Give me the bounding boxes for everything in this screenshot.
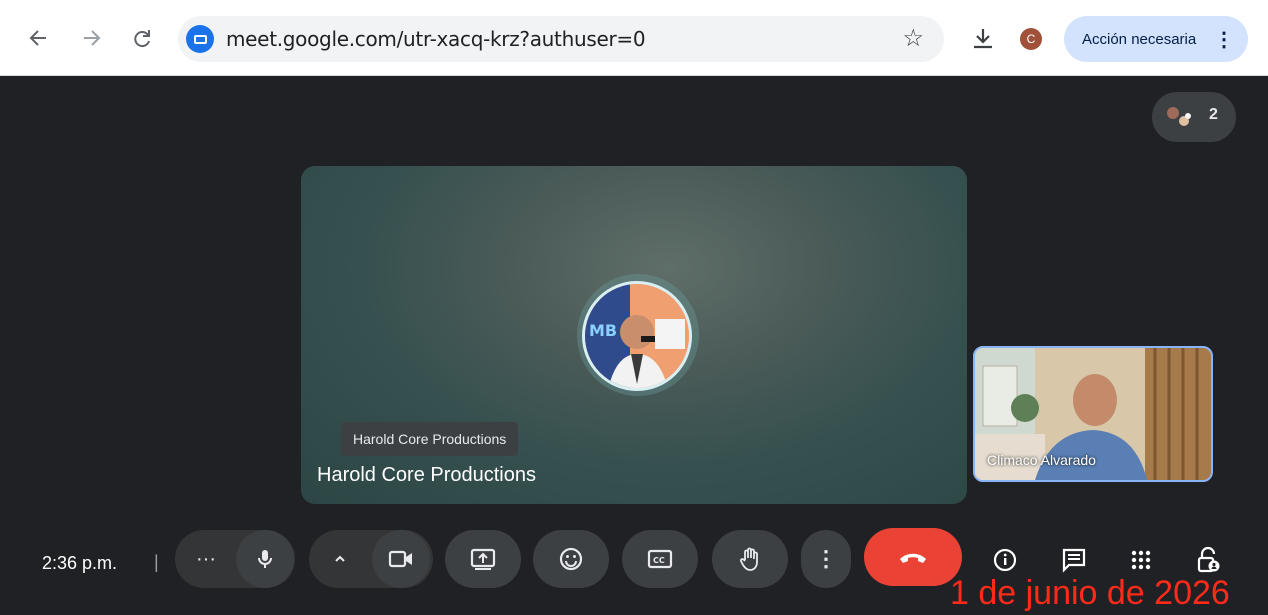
participants-chip[interactable]: 2 <box>1152 92 1236 142</box>
self-tile-name: Climaco Alvarado <box>987 452 1096 468</box>
url-text[interactable]: meet.google.com/utr-xacq-krz?authuser=0 <box>226 27 646 51</box>
participant-avatars-icon <box>1164 104 1194 130</box>
info-icon <box>993 548 1017 572</box>
video-options-button[interactable] <box>314 530 366 588</box>
date-watermark: 1 de junio de 2026 <box>950 574 1230 612</box>
self-view-tile[interactable]: Climaco Alvarado <box>973 346 1213 482</box>
more-horiz-icon: ··· <box>196 547 216 570</box>
download-icon <box>974 29 992 49</box>
arrow-right-icon <box>84 30 101 46</box>
action-needed-label: Acción necesaria <box>1082 30 1197 48</box>
address-bar[interactable]: meet.google.com/utr-xacq-krz?authuser=0 … <box>178 16 944 62</box>
forward-button[interactable] <box>76 22 108 54</box>
microphone-icon <box>258 550 272 568</box>
svg-text:CC: CC <box>653 556 665 565</box>
reload-button[interactable] <box>126 22 158 54</box>
profile-avatar[interactable]: C <box>1020 28 1042 50</box>
emoji-icon <box>559 547 583 571</box>
download-button[interactable] <box>968 24 998 54</box>
main-participant-tile[interactable]: MB Harold Core Productions Harold Core P… <box>301 166 967 504</box>
more-vert-icon: ⋮ <box>815 546 837 571</box>
svg-text:MB: MB <box>589 321 617 340</box>
bookmark-star-icon[interactable]: ☆ <box>902 24 924 53</box>
action-needed-button[interactable]: Acción necesaria ⋮ <box>1064 16 1248 62</box>
leave-call-button[interactable] <box>864 528 962 586</box>
arrow-left-icon <box>29 30 46 46</box>
more-options-button[interactable]: ⋮ <box>801 530 851 588</box>
reactions-button[interactable] <box>533 530 609 588</box>
captions-button[interactable]: CC <box>622 530 698 588</box>
closed-caption-icon: CC <box>647 549 673 569</box>
audio-options-button[interactable]: ··· <box>180 530 232 588</box>
present-screen-button[interactable] <box>445 530 521 588</box>
chat-icon <box>1062 548 1086 573</box>
meeting-clock: 2:36 p.m. <box>42 553 118 573</box>
chevron-up-icon <box>335 555 345 562</box>
videocam-icon <box>388 550 412 568</box>
clock-separator: | <box>154 552 159 572</box>
name-tooltip: Harold Core Productions <box>341 422 519 456</box>
present-to-all-icon <box>470 548 496 570</box>
lock-person-icon <box>1197 546 1220 573</box>
reload-icon <box>134 30 150 48</box>
camera-button[interactable] <box>372 530 430 588</box>
call-end-icon <box>900 553 926 563</box>
participant-count: 2 <box>1209 106 1218 123</box>
apps-grid-icon <box>1131 550 1151 570</box>
participant-avatar: MB <box>582 281 692 391</box>
main-tile-name: Harold Core Productions <box>317 464 536 486</box>
microphone-button[interactable] <box>236 530 294 588</box>
raise-hand-button[interactable] <box>712 530 788 588</box>
browser-toolbar: meet.google.com/utr-xacq-krz?authuser=0 … <box>0 0 1268 76</box>
raise-hand-icon <box>740 547 758 571</box>
back-button[interactable] <box>22 22 54 54</box>
meet-site-icon <box>186 25 214 53</box>
more-vert-icon: ⋮ <box>1214 29 1234 51</box>
